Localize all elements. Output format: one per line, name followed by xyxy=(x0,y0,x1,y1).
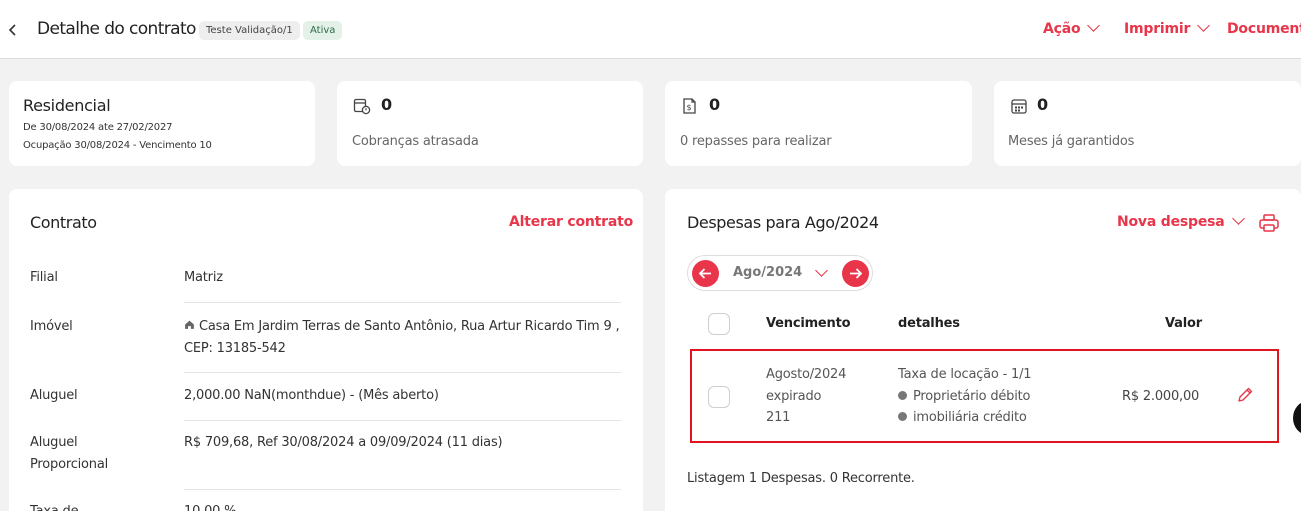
print-menu[interactable]: Imprimir xyxy=(1124,19,1211,37)
divider xyxy=(184,372,621,373)
row-label-branch: Filial xyxy=(30,270,58,285)
row-label-property: Imóvel xyxy=(30,319,73,334)
row-value-branch: Matriz xyxy=(184,270,223,285)
row-value-property: Casa Em Jardim Terras de Santo Antônio, … xyxy=(184,316,624,360)
print-menu-label: Imprimir xyxy=(1124,21,1191,37)
divider xyxy=(184,420,621,421)
overdue-charge-icon xyxy=(353,97,371,115)
clock-icon xyxy=(898,391,907,400)
select-all-checkbox[interactable] xyxy=(708,313,730,335)
printer-icon[interactable] xyxy=(1258,213,1280,233)
documents-menu-label: Documentos xyxy=(1227,21,1301,37)
contract-summary-card: Residencial De 30/08/2024 ate 27/02/2027… xyxy=(9,81,315,166)
row-value-fee: 10,00 % xyxy=(184,501,624,511)
new-expense-label: Nova despesa xyxy=(1117,214,1225,230)
column-header-value: Valor xyxy=(1165,316,1202,331)
credit-label: imobiliária crédito xyxy=(913,410,1027,425)
column-header-details: detalhes xyxy=(898,316,960,331)
expenses-card: Despesas para Ago/2024 Nova despesa Ago/… xyxy=(665,189,1301,511)
property-address: Casa Em Jardim Terras de Santo Antônio, … xyxy=(184,319,620,356)
row-label-rent: Aluguel xyxy=(30,388,78,403)
row-value-rent: 2,000.00 NaN(monthdue) - (Mês aberto) xyxy=(184,388,439,403)
debit-label: Proprietário débito xyxy=(913,389,1031,404)
chevron-down-icon xyxy=(1197,19,1211,32)
money-transfer-icon: $ xyxy=(681,97,699,115)
clock-icon xyxy=(898,412,907,421)
status-badge: Ativa xyxy=(303,21,343,40)
svg-text:$: $ xyxy=(687,103,692,112)
action-menu-label: Ação xyxy=(1043,21,1081,37)
expenses-title: Despesas para Ago/2024 xyxy=(687,213,879,232)
page-title: Detalhe do contrato xyxy=(37,19,196,39)
change-contract-button[interactable]: Alterar contrato xyxy=(509,214,633,230)
expenses-footer: Listagem 1 Despesas. 0 Recorrente. xyxy=(687,471,915,486)
row-label-proportional-rent: Aluguel Proporcional xyxy=(30,435,109,472)
selected-month[interactable]: Ago/2024 xyxy=(733,265,802,280)
stat-label: 0 repasses para realizar xyxy=(680,134,832,149)
next-month-button[interactable] xyxy=(842,260,869,287)
expense-description: Taxa de locação - 1/1 xyxy=(898,367,1032,382)
expense-value: R$ 2.000,00 xyxy=(1122,389,1200,404)
stat-card-overdue: 0 Cobranças atrasada xyxy=(337,81,643,166)
due-status: expirado xyxy=(766,389,822,404)
stat-value: 0 xyxy=(1037,95,1049,114)
home-icon xyxy=(184,319,199,334)
month-selector: Ago/2024 xyxy=(687,255,873,291)
expense-credit: imobiliária crédito xyxy=(898,407,1027,429)
stat-label: Cobranças atrasada xyxy=(352,134,479,149)
row-value-proportional-rent: R$ 709,68, Ref 30/08/2024 a 09/09/2024 (… xyxy=(184,435,503,450)
new-expense-menu[interactable]: Nova despesa xyxy=(1117,212,1245,230)
expense-debit: Proprietário débito xyxy=(898,386,1031,408)
contract-period: De 30/08/2024 ate 27/02/2027 xyxy=(23,122,173,133)
previous-month-button[interactable] xyxy=(692,260,719,287)
divider xyxy=(184,489,621,490)
stat-value: 0 xyxy=(709,95,721,114)
top-bar: Detalhe do contrato Teste Validação/1 At… xyxy=(0,0,1301,59)
due-month: Agosto/2024 xyxy=(766,367,847,382)
chevron-down-icon xyxy=(1087,19,1101,32)
due-code: 211 xyxy=(766,410,791,425)
column-header-due: Vencimento xyxy=(766,316,851,331)
calendar-icon xyxy=(1010,97,1028,115)
stat-label: Meses já garantidos xyxy=(1008,134,1135,149)
stat-value: 0 xyxy=(381,95,393,114)
documents-menu[interactable]: Documentos xyxy=(1227,21,1301,37)
contract-card: Contrato Alterar contrato Filial Matriz … xyxy=(9,189,643,511)
contract-title: Contrato xyxy=(30,213,97,232)
contract-tag: Teste Validação/1 xyxy=(199,21,300,40)
contract-type: Residencial xyxy=(23,96,111,115)
contract-occupation: Ocupação 30/08/2024 - Vencimento 10 xyxy=(23,140,212,151)
row-checkbox[interactable] xyxy=(708,386,730,408)
divider xyxy=(184,302,621,303)
back-arrow-icon[interactable] xyxy=(6,20,20,40)
action-menu[interactable]: Ação xyxy=(1043,19,1101,37)
pencil-icon[interactable] xyxy=(1235,385,1255,405)
row-label-fee: Taxa de xyxy=(30,501,79,511)
stat-card-guaranteed: 0 Meses já garantidos xyxy=(994,81,1301,166)
chevron-down-icon[interactable] xyxy=(815,264,828,277)
chevron-down-icon xyxy=(1231,212,1245,225)
stat-card-transfers: $ 0 0 repasses para realizar xyxy=(665,81,972,166)
